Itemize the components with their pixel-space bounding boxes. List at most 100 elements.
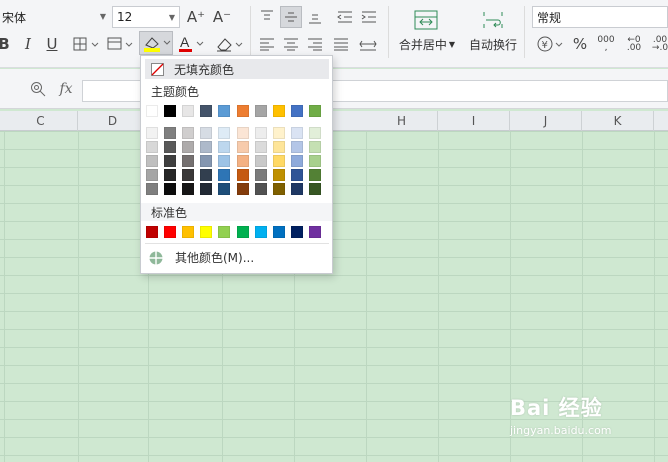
- standard-color-swatch[interactable]: [146, 226, 158, 238]
- standard-color-swatch[interactable]: [272, 226, 285, 238]
- theme-shade-swatch[interactable]: [254, 155, 267, 167]
- column-header-i[interactable]: I: [438, 111, 510, 131]
- italic-button[interactable]: I: [20, 34, 36, 54]
- font-color-button[interactable]: A: [178, 34, 206, 54]
- theme-shade-swatch[interactable]: [272, 155, 285, 167]
- theme-shade-swatch[interactable]: [290, 155, 303, 167]
- theme-shade-swatch[interactable]: [200, 155, 213, 167]
- align-middle-icon[interactable]: [280, 6, 302, 28]
- theme-shade-swatch[interactable]: [236, 141, 249, 153]
- merge-center-icon[interactable]: [411, 8, 441, 32]
- theme-shade-swatch[interactable]: [164, 155, 177, 167]
- theme-shade-swatch[interactable]: [182, 169, 195, 181]
- increase-indent-icon[interactable]: [358, 6, 380, 28]
- align-left-icon[interactable]: [256, 34, 278, 54]
- standard-color-swatch[interactable]: [254, 226, 267, 238]
- justify-icon[interactable]: [330, 34, 352, 54]
- theme-shade-swatch[interactable]: [272, 169, 285, 181]
- theme-shade-swatch[interactable]: [182, 183, 195, 195]
- theme-shade-swatch[interactable]: [146, 127, 158, 139]
- theme-shade-swatch[interactable]: [272, 141, 285, 153]
- theme-shade-swatch[interactable]: [308, 141, 321, 153]
- theme-shade-swatch[interactable]: [200, 183, 213, 195]
- theme-shade-swatch[interactable]: [254, 141, 267, 153]
- theme-shade-swatch[interactable]: [308, 169, 321, 181]
- theme-shade-swatch[interactable]: [146, 183, 158, 195]
- theme-color-swatch[interactable]: [272, 105, 285, 117]
- standard-color-swatch[interactable]: [164, 226, 177, 238]
- theme-shade-swatch[interactable]: [218, 155, 231, 167]
- zoom-search-icon[interactable]: [29, 80, 47, 98]
- column-header-c[interactable]: C: [4, 111, 78, 131]
- theme-shade-swatch[interactable]: [254, 169, 267, 181]
- theme-shade-swatch[interactable]: [200, 141, 213, 153]
- column-header-d[interactable]: D: [78, 111, 148, 131]
- theme-color-swatch[interactable]: [290, 105, 303, 117]
- theme-shade-swatch[interactable]: [308, 155, 321, 167]
- theme-shade-swatch[interactable]: [218, 183, 231, 195]
- increase-font-button[interactable]: A⁺: [186, 6, 206, 28]
- decrease-indent-icon[interactable]: [334, 6, 356, 28]
- theme-shade-swatch[interactable]: [254, 127, 267, 139]
- theme-color-swatch[interactable]: [236, 105, 249, 117]
- cell-style-icon[interactable]: [106, 34, 134, 54]
- theme-color-swatch[interactable]: [218, 105, 231, 117]
- theme-shade-swatch[interactable]: [236, 127, 249, 139]
- theme-shade-swatch[interactable]: [272, 127, 285, 139]
- align-bottom-icon[interactable]: [304, 6, 326, 28]
- theme-shade-swatch[interactable]: [182, 127, 195, 139]
- theme-color-swatch[interactable]: [182, 105, 195, 117]
- underline-button[interactable]: U: [44, 34, 60, 54]
- align-center-icon[interactable]: [280, 34, 302, 54]
- theme-shade-swatch[interactable]: [164, 127, 177, 139]
- column-header-k[interactable]: K: [582, 111, 654, 131]
- standard-color-swatch[interactable]: [236, 226, 249, 238]
- fx-icon[interactable]: fx: [55, 80, 77, 98]
- theme-shade-swatch[interactable]: [290, 141, 303, 153]
- theme-shade-swatch[interactable]: [182, 141, 195, 153]
- thousands-separator-icon[interactable]: 000,: [596, 34, 616, 54]
- borders-icon[interactable]: [72, 34, 100, 54]
- theme-shade-swatch[interactable]: [290, 183, 303, 195]
- clear-format-icon[interactable]: [214, 34, 244, 54]
- theme-shade-swatch[interactable]: [200, 127, 213, 139]
- font-name-select[interactable]: 宋体 ▼: [0, 6, 110, 28]
- decrease-decimal-icon[interactable]: .00 →.0: [650, 34, 668, 54]
- theme-color-swatch[interactable]: [146, 105, 158, 117]
- fill-color-button[interactable]: [139, 31, 173, 55]
- decrease-font-button[interactable]: A⁻: [212, 6, 232, 28]
- theme-shade-swatch[interactable]: [146, 169, 158, 181]
- standard-color-swatch[interactable]: [182, 226, 195, 238]
- theme-shade-swatch[interactable]: [236, 155, 249, 167]
- theme-shade-swatch[interactable]: [146, 155, 158, 167]
- theme-shade-swatch[interactable]: [254, 183, 267, 195]
- increase-decimal-icon[interactable]: ←0.00: [624, 34, 644, 54]
- bold-button[interactable]: B: [0, 34, 12, 54]
- number-format-select[interactable]: 常规: [532, 6, 668, 28]
- theme-shade-swatch[interactable]: [218, 141, 231, 153]
- font-size-select[interactable]: 12 ▼: [112, 6, 180, 28]
- theme-shade-swatch[interactable]: [182, 155, 195, 167]
- merge-center-button[interactable]: 合并居中 ▼: [396, 36, 458, 52]
- theme-shade-swatch[interactable]: [272, 183, 285, 195]
- theme-color-swatch[interactable]: [254, 105, 267, 117]
- percent-icon[interactable]: %: [570, 34, 590, 54]
- standard-color-swatch[interactable]: [218, 226, 231, 238]
- theme-shade-swatch[interactable]: [236, 169, 249, 181]
- theme-shade-swatch[interactable]: [164, 141, 177, 153]
- align-right-icon[interactable]: [304, 34, 326, 54]
- theme-shade-swatch[interactable]: [218, 127, 231, 139]
- currency-format-icon[interactable]: ¥: [536, 34, 566, 54]
- standard-color-swatch[interactable]: [308, 226, 321, 238]
- standard-color-swatch[interactable]: [290, 226, 303, 238]
- distributed-align-icon[interactable]: [356, 34, 380, 54]
- more-colors-option[interactable]: 其他颜色(M)...: [149, 249, 254, 266]
- wrap-text-icon[interactable]: [478, 8, 508, 32]
- theme-shade-swatch[interactable]: [218, 169, 231, 181]
- theme-color-swatch[interactable]: [200, 105, 213, 117]
- column-header-h[interactable]: H: [366, 111, 438, 131]
- column-header-j[interactable]: J: [510, 111, 582, 131]
- theme-color-swatch[interactable]: [164, 105, 177, 117]
- align-top-icon[interactable]: [256, 6, 278, 28]
- theme-shade-swatch[interactable]: [290, 169, 303, 181]
